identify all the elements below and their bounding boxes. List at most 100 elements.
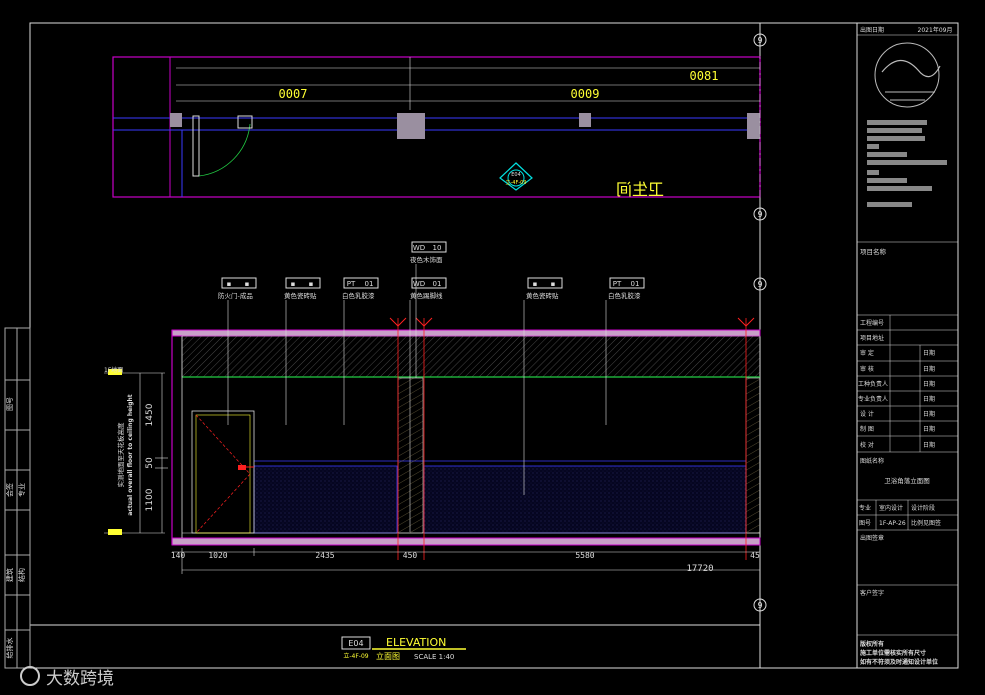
tag-num: 01 — [433, 280, 442, 288]
project-label: 项目名称 — [860, 247, 887, 256]
tb-row-label: 项目地址 — [860, 334, 884, 342]
watermark: 大数跨境 — [20, 666, 114, 689]
grid-bubble-label: 9 — [757, 601, 762, 610]
drawing-name-label: 图纸名称 — [860, 457, 884, 465]
width-dimensions: 140 1020 2435 450 5580 45 17720 — [171, 548, 760, 574]
tag-num: ▪ — [551, 280, 556, 288]
copyright-line: 施工单位需核实所有尺寸 — [860, 649, 926, 657]
grid-bubble-label: 9 — [757, 36, 762, 45]
tb-row-value: 日期 — [923, 395, 935, 403]
elevation-view — [171, 317, 761, 560]
left-strip: 图号 会签 专业 建筑 结构 给排水 — [4, 327, 31, 669]
grid-bubble-label: 9 — [757, 280, 762, 289]
strip-label: 结构 — [17, 568, 26, 582]
tag-code: ▪ — [533, 280, 538, 288]
tb-row-label: 制 图 — [860, 425, 874, 433]
date-label: 出图日期 — [860, 26, 884, 34]
room-label: 卫生间 — [616, 180, 664, 199]
tb-row-label: 工种负责人 — [858, 380, 888, 388]
plan-dim: 0007 — [279, 87, 308, 101]
tb-row-label: 工程编号 — [860, 319, 884, 327]
plan-dim: 0081 — [690, 69, 719, 83]
elevation-marker: E04 立-4F-09 — [499, 162, 533, 191]
material-tag: ▪ ▪ 黄色瓷砖贴 — [284, 277, 321, 300]
tb-row-value: 日期 — [923, 380, 935, 388]
tag-desc: 黄色踢脚线 — [410, 291, 443, 300]
tag-code: WD — [413, 244, 425, 252]
title-sheet: 立-4F-09 — [343, 652, 368, 660]
grid-bubble-label: 9 — [757, 210, 762, 219]
total-width: 17720 — [686, 564, 713, 574]
tb-row-value: 日期 — [923, 441, 935, 449]
tag-desc: 黄色瓷砖贴 — [526, 291, 559, 300]
tb-row-label: 专业负责人 — [858, 395, 888, 403]
tag-desc: 黄色瓷砖贴 — [284, 291, 317, 300]
number-value: 1F-AP-26 — [879, 520, 906, 527]
tb-row-label: 校 对 — [860, 441, 874, 449]
level-label: 1F地面 — [104, 366, 123, 374]
tag-code: PT — [347, 280, 356, 288]
tb-row-label: 设 计 — [860, 410, 874, 418]
tag-num: 01 — [365, 280, 374, 288]
tag-code: ▪ — [291, 280, 296, 288]
height-note-en: actual overall floor to ceiling height — [127, 394, 134, 515]
height-note-cn: 实测地面至天花板高度 — [116, 422, 125, 488]
discipline-label: 专业 — [859, 504, 871, 512]
title-name: ELEVATION — [386, 636, 446, 649]
cad-drawing: 图号 会签 专业 建筑 结构 给排水 0007 0009 0081 卫生间 E0… — [4, 22, 959, 689]
tag-num: ▪ — [245, 280, 250, 288]
material-tag: ▪ ▪ 防火门-成品 — [218, 277, 257, 300]
strip-label: 会签 — [5, 483, 14, 497]
date-value: 2021年09月 — [918, 26, 953, 34]
strip-label: 专业 — [17, 483, 26, 497]
tb-row-label: 审 核 — [860, 365, 874, 373]
strip-label: 给排水 — [5, 638, 14, 659]
height-dimensions: 1F地面 1450 50 1100 实测地面至天花板高度 actual over… — [104, 366, 168, 535]
tb-row-label: 审 定 — [860, 349, 874, 357]
title-block: 出图日期 2021年09月 项目名称 工程编号 项目地址 审 定 日期 审 核 … — [856, 22, 959, 669]
width-dim: 1020 — [208, 551, 227, 560]
studio-logo — [874, 42, 940, 108]
client-label: 客户签字 — [860, 589, 884, 597]
scale-label: 比例见图签 — [911, 519, 941, 527]
tag-num: 01 — [631, 280, 640, 288]
height-dim: 1450 — [145, 403, 155, 426]
tag-desc: 防火门-成品 — [218, 291, 253, 300]
copyright-line: 如有不符须及时通知设计单位 — [860, 658, 938, 666]
plan-view: 0007 0009 0081 卫生间 — [112, 56, 761, 199]
material-tag: PT 01 白色乳胶漆 — [608, 277, 645, 300]
width-dim: 450 — [403, 551, 418, 560]
tag-desc: 夜色木饰面 — [410, 255, 443, 264]
title-cn: 立面图 — [376, 651, 400, 661]
tb-row-value: 日期 — [923, 349, 935, 357]
tag-desc: 白色乳胶漆 — [608, 291, 641, 300]
discipline-value: 室内设计 — [879, 504, 903, 512]
tag-desc: 白色乳胶漆 — [342, 291, 375, 300]
material-tag: ▪ ▪ 黄色瓷砖贴 — [526, 277, 563, 300]
strip-label: 图号 — [6, 397, 14, 411]
title-code: E04 — [348, 639, 363, 648]
tag-code: PT — [613, 280, 622, 288]
title-scale: SCALE 1:40 — [414, 653, 454, 661]
material-tag: PT 01 白色乳胶漆 — [342, 277, 379, 300]
tag-code: ▪ — [227, 280, 232, 288]
number-label: 图号 — [859, 520, 871, 527]
marker-sheet: 立-4F-09 — [505, 179, 526, 186]
tb-row-value: 日期 — [923, 365, 935, 373]
tb-row-value: 日期 — [923, 425, 935, 433]
drawing-title: E04 立-4F-09 ELEVATION 立面图 SCALE 1:40 — [341, 636, 466, 661]
width-dim: 5580 — [575, 551, 594, 560]
material-tag: WD 10 夜色木饰面 — [410, 241, 447, 264]
signature-label: 出图签章 — [860, 534, 884, 542]
plan-dim: 0009 — [571, 87, 600, 101]
copyright-line: 版权所有 — [859, 640, 884, 648]
tb-row-value: 日期 — [923, 410, 935, 418]
tag-num: ▪ — [309, 280, 314, 288]
tag-num: 10 — [433, 244, 442, 252]
width-dim: 2435 — [315, 551, 334, 560]
height-dim: 50 — [145, 457, 155, 469]
height-dim: 1100 — [145, 488, 155, 511]
watermark-text: 大数跨境 — [46, 669, 114, 689]
stage-label: 设计阶段 — [911, 504, 935, 512]
strip-label: 建筑 — [5, 568, 14, 582]
